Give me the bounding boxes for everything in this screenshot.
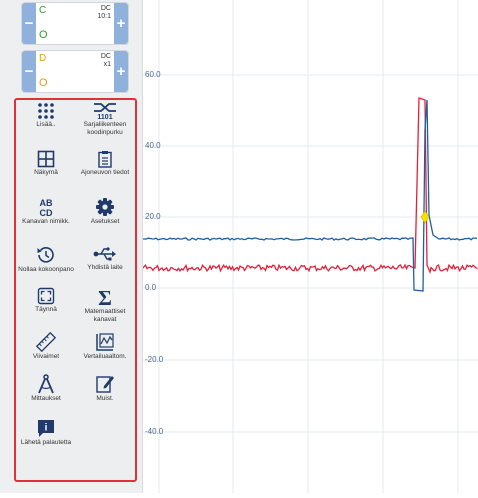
reset-icon — [37, 247, 54, 263]
channel-c-status: O — [39, 29, 48, 41]
tool-label: Viivaimet — [32, 353, 60, 360]
trigger-marker[interactable] — [420, 210, 430, 224]
feedback-icon: i — [38, 420, 54, 437]
tool-reference-waveforms[interactable]: Vertailuaaltom. — [77, 332, 133, 378]
graph-canvas[interactable] — [142, 0, 478, 493]
channel-d-increase-button[interactable]: + — [114, 51, 128, 92]
tool-connect-device[interactable]: Yhdistä laite — [77, 245, 133, 291]
abcd-bottom-glyph: CD — [40, 208, 53, 217]
tool-label: Sarjaliikenteen koodinpurku — [83, 121, 127, 136]
tool-label: Lähetä palautetta — [20, 439, 72, 446]
y-tick-label: -40.0 — [145, 427, 164, 436]
compass-icon — [38, 374, 54, 394]
left-panel: − C O DC 10:1 + − D O DC x1 + Lisää.. 11… — [0, 0, 143, 493]
tool-label: Kanavan nimikk. — [22, 218, 70, 225]
notes-icon — [96, 376, 114, 393]
tool-channel-labels[interactable]: AB CD Kanavan nimikk. — [18, 197, 74, 243]
tool-label: Yhdistä laite — [87, 264, 123, 271]
channel-labels-icon: AB CD — [40, 198, 53, 217]
tool-vehicle-info[interactable]: Ajoneuvon tiedot — [77, 150, 133, 196]
tool-fullscreen[interactable]: Täynnä — [18, 287, 74, 333]
info-glyph: i — [45, 423, 48, 434]
y-tick-label: 40.0 — [145, 141, 161, 150]
tool-notes[interactable]: Muist. — [77, 374, 133, 420]
tool-label: Muist. — [96, 395, 114, 402]
channel-c-coupling: DC — [100, 5, 111, 12]
clipboard-icon — [98, 151, 112, 168]
serial-decoding-icon: 1101 — [94, 103, 116, 120]
sigma-glyph: Σ — [98, 287, 112, 307]
tool-settings[interactable]: Asetukset — [77, 197, 133, 243]
channel-card-c[interactable]: − C O DC 10:1 + — [22, 3, 128, 44]
channel-card-d[interactable]: − D O DC x1 + — [22, 51, 128, 92]
tool-label: Asetukset — [90, 218, 120, 225]
tool-label: Nollaa kokoonpano — [18, 266, 74, 273]
usb-icon — [93, 247, 116, 261]
y-tick-label: 0.0 — [145, 283, 157, 292]
channel-c-increase-button[interactable]: + — [114, 3, 128, 44]
tool-send-feedback[interactable]: i Lähetä palautetta — [18, 418, 74, 464]
tool-label: Lisää.. — [36, 121, 56, 128]
channel-d-status: O — [39, 77, 48, 89]
channel-d-coupling: DC — [100, 53, 111, 60]
tool-math-channels[interactable]: Σ Matemaattiset kanavat — [77, 287, 133, 333]
channel-d-settings[interactable]: DC x1 — [101, 53, 111, 69]
serial-digits: 1101 — [97, 114, 112, 120]
tool-reset-configuration[interactable]: Nollaa kokoonpano — [18, 245, 74, 291]
tool-label: Vertailuaaltom. — [83, 353, 127, 360]
channel-d-letter: D — [39, 53, 47, 64]
y-tick-label: 60.0 — [145, 70, 161, 79]
tool-label: Mittaukset — [31, 395, 61, 402]
tools-menu: Lisää.. 1101 Sarjaliikenteen koodinpurku… — [14, 98, 137, 482]
gear-icon — [96, 198, 114, 216]
tool-label: Täynnä — [35, 306, 57, 313]
y-tick-label: 20.0 — [145, 212, 161, 221]
tool-serial-decoding[interactable]: 1101 Sarjaliikenteen koodinpurku — [77, 102, 133, 148]
tool-rulers[interactable]: Viivaimet — [18, 332, 74, 378]
channel-c-letter: C — [39, 5, 47, 16]
tool-label: Matemaattiset kanavat — [84, 308, 126, 323]
view-grid-icon — [37, 150, 55, 168]
reference-waveform-icon — [96, 333, 114, 351]
channel-c-decrease-button[interactable]: − — [22, 3, 36, 44]
tool-add-more[interactable]: Lisää.. — [18, 102, 74, 148]
channel-c-probe-range: 10:1 — [97, 13, 111, 20]
grid-lines — [143, 0, 478, 493]
y-tick-label: -20.0 — [145, 355, 164, 364]
channel-d-probe-range: x1 — [103, 61, 111, 68]
tool-label: Näkymä — [34, 169, 58, 176]
tool-view[interactable]: Näkymä — [18, 150, 74, 196]
ruler-icon — [36, 332, 56, 352]
tool-label: Ajoneuvon tiedot — [80, 169, 130, 176]
tool-measurements[interactable]: Mittaukset — [18, 374, 74, 420]
dots-grid-icon — [38, 103, 54, 119]
channel-c-settings[interactable]: DC 10:1 — [97, 5, 111, 21]
abcd-top-glyph: AB — [40, 198, 53, 208]
fullscreen-icon — [37, 287, 55, 305]
sigma-icon: Σ — [98, 287, 112, 307]
channel-d-decrease-button[interactable]: − — [22, 51, 36, 92]
oscilloscope-graph[interactable]: 60.0 40.0 20.0 0.0 -20.0 -40.0 — [142, 0, 478, 493]
